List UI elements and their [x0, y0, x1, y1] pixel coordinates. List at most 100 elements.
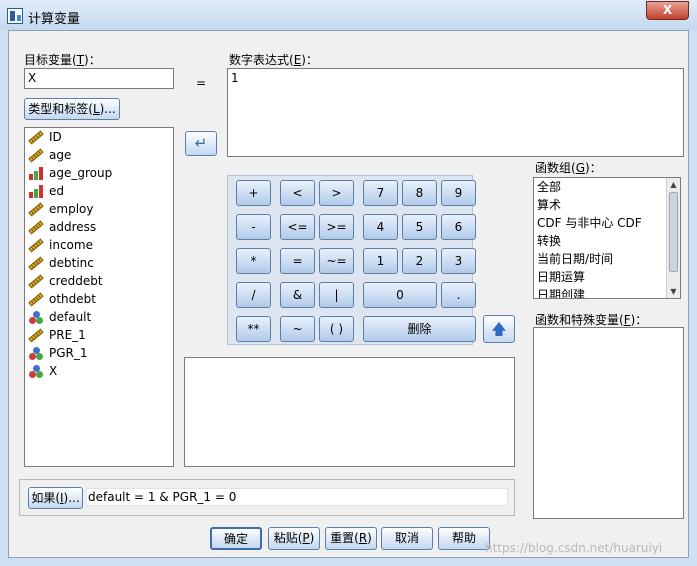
function-group-item[interactable]: CDF 与非中心 CDF	[534, 214, 680, 232]
scale-ruler-icon	[28, 328, 44, 343]
key-divide[interactable]: /	[236, 282, 271, 308]
arrow-left-icon: ↵	[194, 134, 208, 152]
scale-ruler-icon	[28, 256, 44, 271]
variable-name: ed	[49, 184, 64, 198]
variable-item[interactable]: employ	[25, 200, 173, 218]
close-button[interactable]: X	[646, 1, 689, 20]
numeric-expression-label: 数字表达式(E)：	[229, 53, 318, 67]
compute-app-icon	[7, 8, 23, 24]
key-7[interactable]: 7	[363, 180, 398, 206]
key-greater-equal[interactable]: >=	[319, 214, 354, 240]
type-and-label-button[interactable]: 类型和标签(L)...	[24, 98, 120, 120]
key-delete[interactable]: 删除	[363, 316, 476, 342]
key-less-equal[interactable]: <=	[280, 214, 315, 240]
window-title: 计算变量	[28, 12, 81, 27]
calculator-keypad: + < > 7 8 9 - <= >= 4 5 6 * = ~= 1 2 3 /…	[227, 175, 476, 345]
key-multiply[interactable]: *	[236, 248, 271, 274]
function-group-item[interactable]: 全部	[534, 178, 680, 196]
variable-item[interactable]: creddebt	[25, 272, 173, 290]
key-8[interactable]: 8	[402, 180, 437, 206]
function-description-area	[184, 357, 515, 467]
key-6[interactable]: 6	[441, 214, 476, 240]
nominal-balls-icon	[29, 311, 43, 324]
variable-item[interactable]: age	[25, 146, 173, 164]
key-4[interactable]: 4	[363, 214, 398, 240]
scroll-thumb[interactable]	[669, 192, 678, 272]
move-function-up-button[interactable]: 🡅	[483, 315, 515, 343]
arrow-up-icon: 🡅	[491, 320, 507, 338]
variable-item[interactable]: PRE_1	[25, 326, 173, 344]
scale-ruler-icon	[28, 202, 44, 217]
variable-name: age	[49, 148, 72, 162]
scroll-down-icon[interactable]: ▼	[667, 285, 680, 298]
dialog-body: 目标变量(T)： X 类型和标签(L)... = 数字表达式(E)： 1 ID a…	[8, 30, 689, 558]
key-2[interactable]: 2	[402, 248, 437, 274]
ok-button[interactable]: 确定	[210, 527, 262, 550]
variable-name: ID	[49, 130, 62, 144]
variable-name: default	[49, 310, 92, 324]
key-dot[interactable]: .	[441, 282, 476, 308]
variable-item[interactable]: othdebt	[25, 290, 173, 308]
reset-button[interactable]: 重置(R)	[325, 527, 377, 550]
key-equal[interactable]: =	[280, 248, 315, 274]
variable-item[interactable]: default	[25, 308, 173, 326]
variable-item[interactable]: age_group	[25, 164, 173, 182]
scale-ruler-icon	[28, 292, 44, 307]
key-minus[interactable]: -	[236, 214, 271, 240]
key-not-equal[interactable]: ~=	[319, 248, 354, 274]
functions-special-vars-list[interactable]	[533, 327, 684, 519]
function-group-list[interactable]: 全部 算术 CDF 与非中心 CDF 转换 当前日期/时间 日期运算 日期创建 ▲ ▼	[533, 177, 681, 299]
function-group-item[interactable]: 日期创建	[534, 286, 680, 298]
variable-name: employ	[49, 202, 94, 216]
key-and[interactable]: &	[280, 282, 315, 308]
key-or[interactable]: |	[319, 282, 354, 308]
nominal-balls-icon	[29, 347, 43, 360]
if-condition-group: 如果(I)... default = 1 & PGR_1 = 0	[19, 479, 515, 516]
variable-item[interactable]: address	[25, 218, 173, 236]
variable-name: income	[49, 238, 93, 252]
variable-list[interactable]: ID age age_grouped employ address income debti…	[24, 127, 174, 467]
ordinal-bars-icon	[29, 185, 43, 198]
key-plus[interactable]: +	[236, 180, 271, 206]
variable-item[interactable]: PGR_1	[25, 344, 173, 362]
move-to-expression-button[interactable]: ↵	[185, 131, 217, 156]
nominal-balls-icon	[29, 365, 43, 378]
variable-name: age_group	[49, 166, 113, 180]
function-group-scrollbar[interactable]: ▲ ▼	[666, 178, 680, 298]
variable-name: address	[49, 220, 97, 234]
if-button[interactable]: 如果(I)...	[28, 487, 83, 509]
key-parens[interactable]: ( )	[319, 316, 354, 342]
key-less[interactable]: <	[280, 180, 315, 206]
scale-ruler-icon	[28, 238, 44, 253]
key-5[interactable]: 5	[402, 214, 437, 240]
key-1[interactable]: 1	[363, 248, 398, 274]
variable-name: creddebt	[49, 274, 103, 288]
variable-item[interactable]: income	[25, 236, 173, 254]
key-power[interactable]: **	[236, 316, 271, 342]
function-group-label: 函数组(G)：	[535, 161, 602, 175]
scale-ruler-icon	[28, 220, 44, 235]
cancel-button[interactable]: 取消	[381, 527, 433, 550]
help-button[interactable]: 帮助	[438, 527, 490, 550]
function-group-item[interactable]: 日期运算	[534, 268, 680, 286]
key-not[interactable]: ~	[280, 316, 315, 342]
scroll-up-icon[interactable]: ▲	[667, 178, 680, 191]
key-greater[interactable]: >	[319, 180, 354, 206]
variable-item[interactable]: ID	[25, 128, 173, 146]
key-3[interactable]: 3	[441, 248, 476, 274]
variable-item[interactable]: debtinc	[25, 254, 173, 272]
function-group-item[interactable]: 当前日期/时间	[534, 250, 680, 268]
paste-button[interactable]: 粘贴(P)	[268, 527, 320, 550]
key-0[interactable]: 0	[363, 282, 437, 308]
numeric-expression-input[interactable]: 1	[227, 68, 684, 157]
function-group-item[interactable]: 算术	[534, 196, 680, 214]
variable-name: X	[49, 364, 58, 378]
scale-ruler-icon	[28, 148, 44, 163]
function-group-item[interactable]: 转换	[534, 232, 680, 250]
variable-name: PRE_1	[49, 328, 86, 342]
variable-item[interactable]: ed	[25, 182, 173, 200]
target-variable-input[interactable]: X	[24, 68, 174, 89]
variable-item[interactable]: X	[25, 362, 173, 380]
key-9[interactable]: 9	[441, 180, 476, 206]
functions-special-vars-label: 函数和特殊变量(F)：	[535, 313, 648, 327]
